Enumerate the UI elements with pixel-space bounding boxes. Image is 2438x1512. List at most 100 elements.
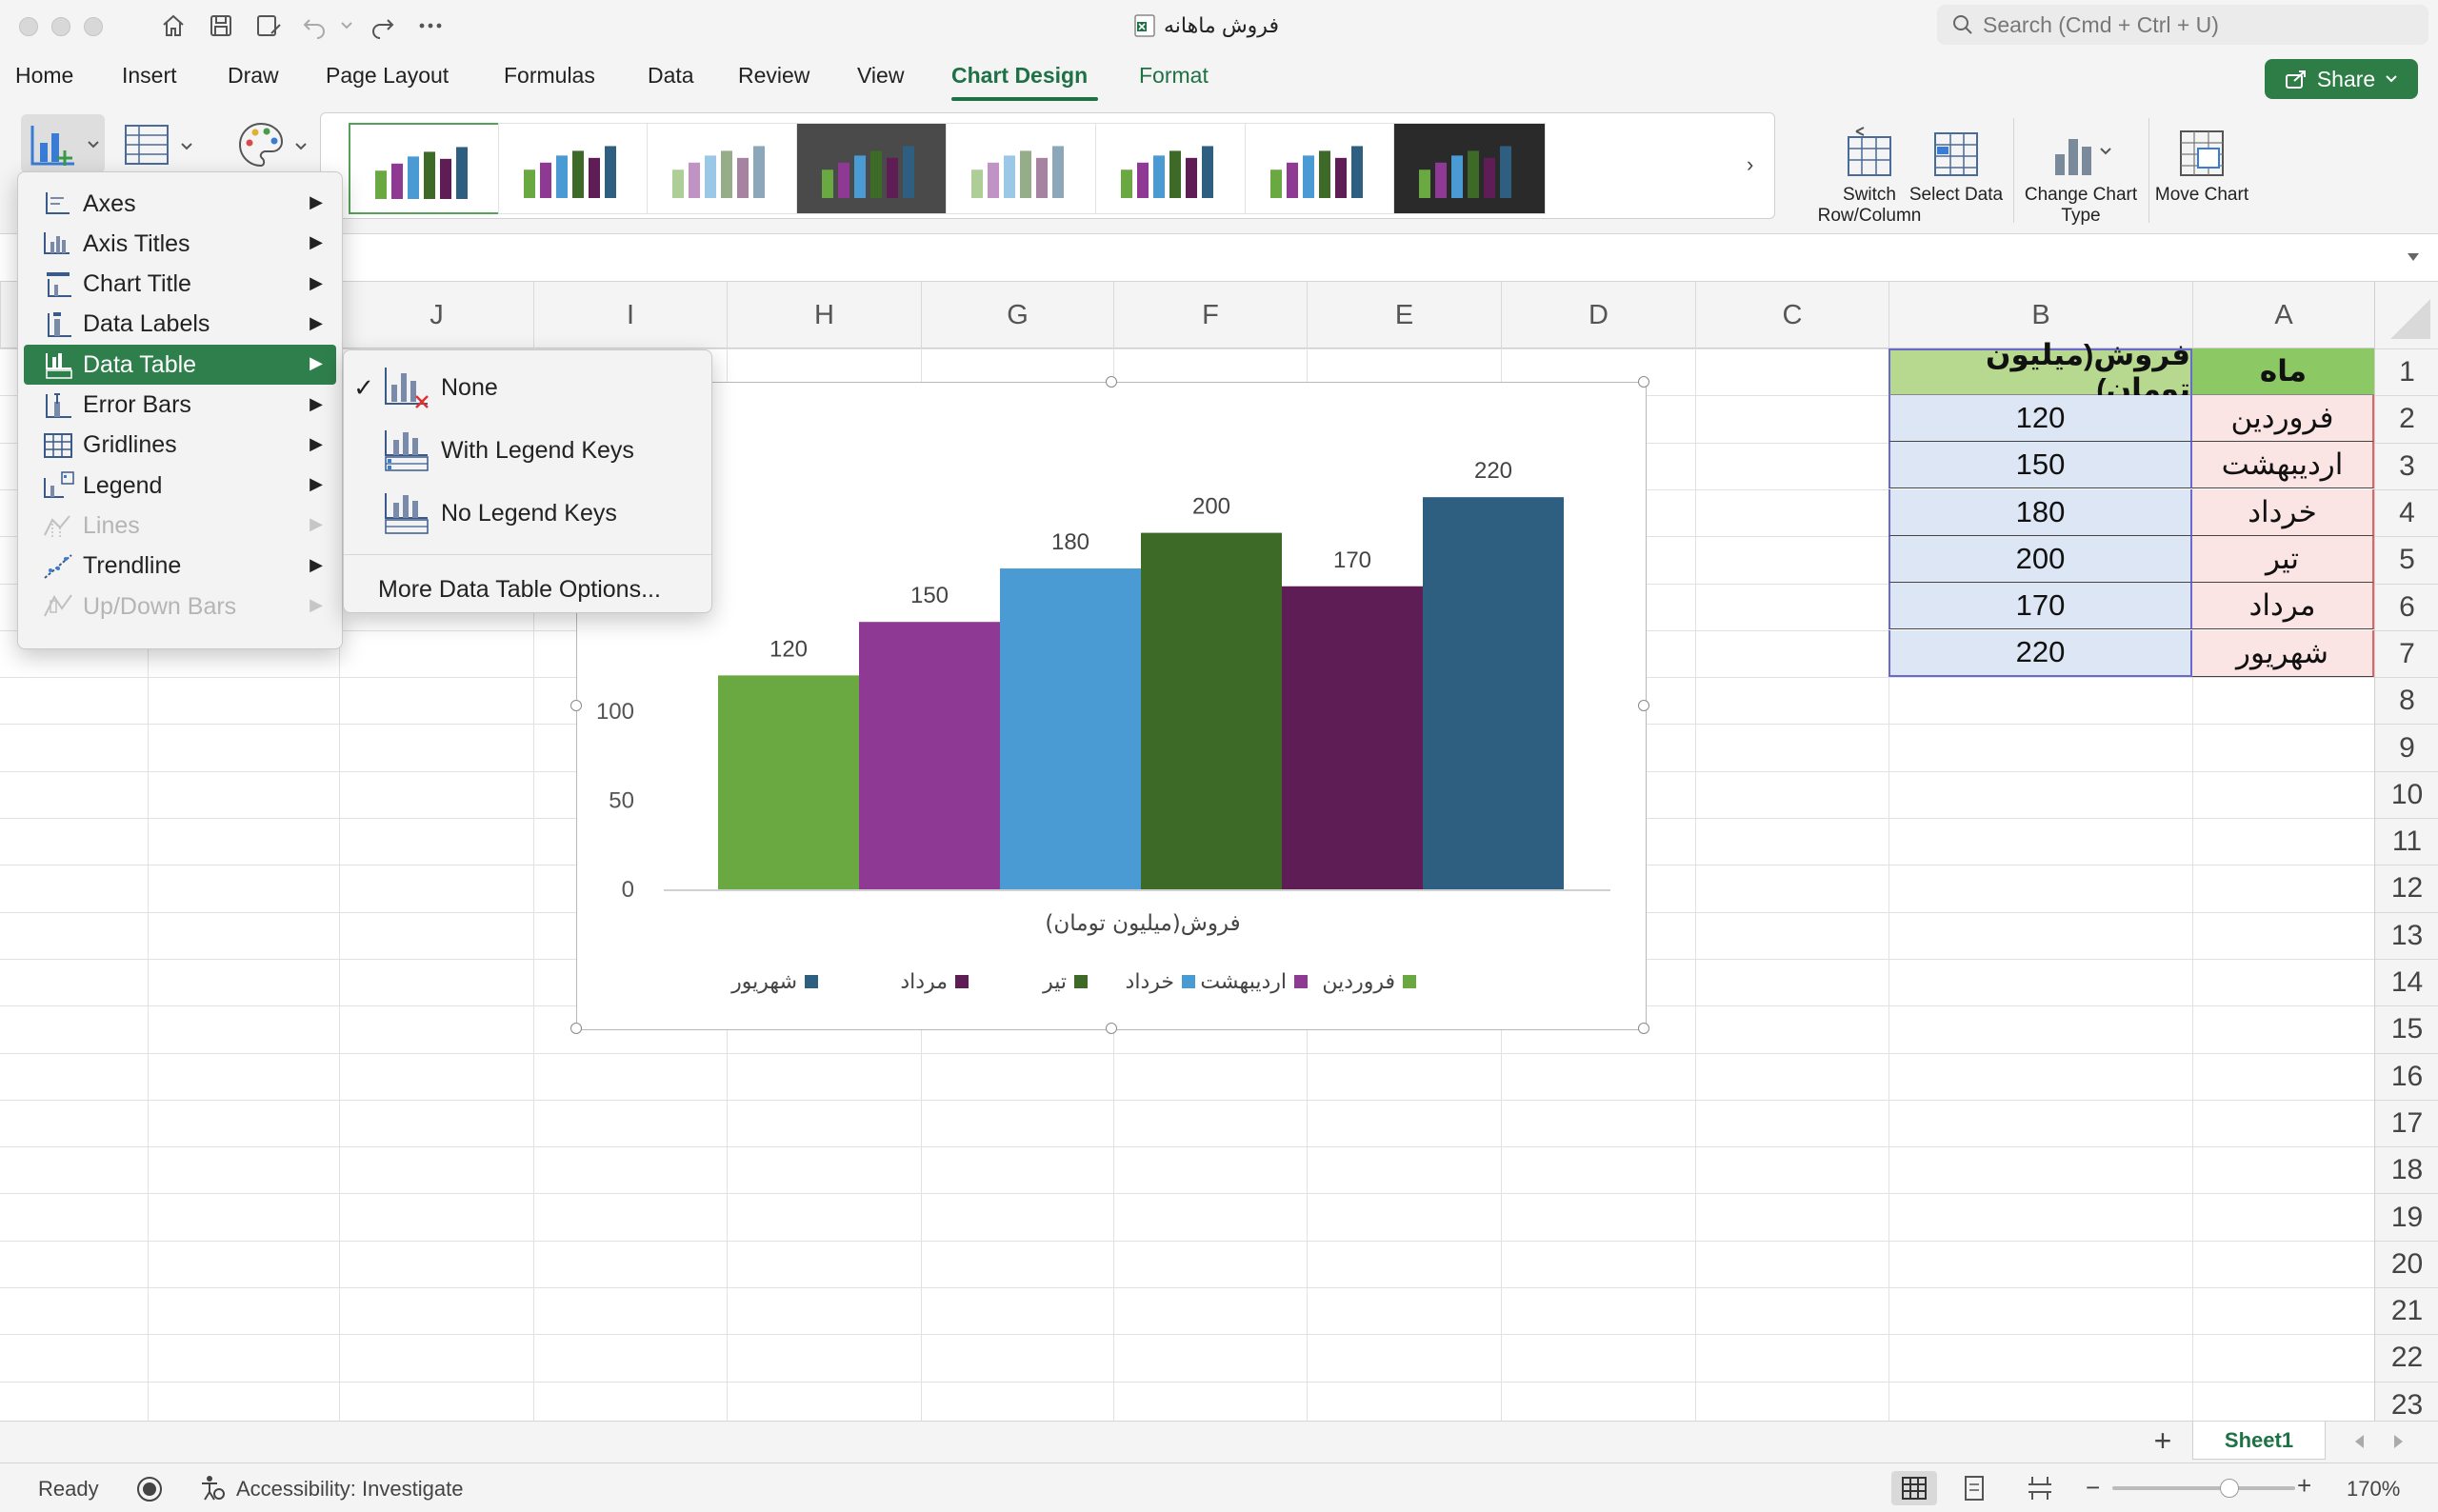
table-row: 180 خرداد (1888, 488, 2374, 536)
axes-icon (41, 189, 75, 218)
page-break-view-icon[interactable] (2027, 1475, 2053, 1502)
resize-handle[interactable] (1638, 700, 1649, 711)
macro-record-icon[interactable] (135, 1475, 164, 1503)
menu-item-label: Error Bars (83, 391, 191, 418)
menu-item-label: Axes (83, 189, 136, 217)
up-down-bars-icon (41, 592, 75, 621)
data-table-submenu: ✓ None With Legend Keys No Legend Keys M… (343, 349, 712, 613)
submenu-arrow-icon: ▶ (310, 272, 323, 292)
month-cell[interactable]: مرداد (2192, 583, 2374, 630)
sales-cell[interactable]: 150 (1888, 442, 2192, 489)
zoom-in-button[interactable]: + (2297, 1471, 2311, 1501)
normal-view-button[interactable] (1891, 1471, 1937, 1505)
menu-item-legend[interactable]: Legend ▶ (24, 466, 336, 506)
submenu-arrow-icon: ▶ (310, 595, 323, 614)
table-row: 170 مرداد (1888, 583, 2374, 630)
lines-icon (41, 511, 75, 540)
menu-item-data-table[interactable]: Data Table ▶ (24, 345, 336, 386)
month-header-cell[interactable]: ماه (2192, 348, 2374, 395)
menu-item-lines: Lines ▶ (24, 506, 336, 546)
submenu-arrow-icon: ▶ (310, 433, 323, 453)
menu-item-axes[interactable]: Axes ▶ (24, 184, 336, 224)
resize-handle[interactable] (1106, 1023, 1117, 1034)
menu-item-gridlines[interactable]: Gridlines ▶ (24, 426, 336, 466)
submenu-arrow-icon: ▶ (310, 514, 323, 534)
accessibility-status[interactable]: Accessibility: Investigate (236, 1477, 463, 1502)
legend-label[interactable]: خرداد (1126, 970, 1174, 994)
month-cell[interactable]: خرداد (2192, 488, 2374, 536)
data-table-none-item[interactable]: ✓ None (350, 360, 708, 415)
error-bars-icon (41, 391, 75, 420)
zoom-slider-track[interactable] (2112, 1479, 2295, 1498)
chart-bar[interactable] (1423, 497, 1564, 889)
status-bar: Ready Accessibility: Investigate − + 170… (0, 1462, 2438, 1512)
menu-item-data-labels[interactable]: Data Labels ▶ (24, 305, 336, 345)
submenu-arrow-icon: ▶ (310, 474, 323, 494)
data-table-no-legend-keys-item[interactable]: No Legend Keys (350, 486, 708, 541)
menu-item-axis-titles[interactable]: Axis Titles ▶ (24, 224, 336, 264)
menu-item-label: Gridlines (83, 431, 177, 459)
chart-bar[interactable] (859, 622, 1000, 889)
sales-header-cell[interactable]: فروش(میلیون تومان) (1888, 338, 2192, 406)
chart-area[interactable]: 0 50 100 120 150 180 200 170 220 فروش(میلیون توما… (570, 376, 1649, 1034)
resize-handle[interactable] (1106, 376, 1117, 388)
legend-label[interactable]: مرداد (900, 970, 948, 994)
normal-view-icon (1902, 1477, 1927, 1500)
zoom-out-button[interactable]: − (2086, 1473, 2100, 1502)
legend-label[interactable]: فروردین (1322, 970, 1395, 994)
menu-item-label: Legend (83, 471, 163, 499)
zoom-level[interactable]: 170% (2347, 1477, 2400, 1502)
legend-label[interactable]: تیر (1042, 970, 1067, 994)
page-layout-view-icon[interactable] (1964, 1475, 1987, 1502)
data-labels-icon (41, 310, 75, 339)
legend-icon (41, 471, 75, 500)
previous-sheet-icon[interactable] (2352, 1433, 2366, 1450)
sales-cell[interactable]: 200 (1888, 535, 2192, 583)
chart-bar[interactable] (718, 675, 859, 889)
menu-item-label: Data Labels (83, 310, 210, 338)
menu-item-label: Trendline (83, 552, 182, 580)
menu-item-trendline[interactable]: Trendline ▶ (24, 547, 336, 587)
legend-key (955, 975, 969, 988)
data-table-with-legend-keys-icon (385, 430, 429, 471)
sheet-tab-sheet1[interactable]: Sheet1 (2192, 1422, 2326, 1460)
sales-cell[interactable]: 120 (1888, 395, 2192, 442)
sheet-tab-bar: + Sheet1 (0, 1421, 2438, 1462)
data-label: 220 (1474, 458, 1512, 484)
resize-handle[interactable] (1638, 1023, 1649, 1034)
accessibility-icon[interactable] (198, 1473, 227, 1503)
data-table-none-label: None (441, 373, 498, 401)
month-cell[interactable]: فروردین (2192, 395, 2374, 442)
month-cell[interactable]: شهریور (2192, 629, 2374, 677)
menu-item-label: Lines (83, 511, 140, 539)
more-data-table-options-item[interactable]: More Data Table Options... (350, 562, 708, 617)
zoom-slider-thumb[interactable] (2219, 1479, 2239, 1498)
chart-bar[interactable] (1000, 568, 1141, 889)
checkmark-icon: ✓ (353, 372, 374, 402)
sales-cell[interactable]: 180 (1888, 488, 2192, 536)
status-ready: Ready (38, 1477, 99, 1501)
data-table-with-legend-keys-label: With Legend Keys (441, 436, 634, 464)
menu-item-up-down-bars: Up/Down Bars ▶ (24, 587, 336, 627)
legend-label[interactable]: شهریور (730, 970, 797, 994)
data-table-with-legend-keys-item[interactable]: With Legend Keys (350, 423, 708, 478)
month-cell[interactable]: اردیبهشت (2192, 442, 2374, 489)
resize-handle[interactable] (1638, 376, 1649, 388)
table-row: 220 شهریور (1888, 629, 2374, 677)
menu-item-chart-title[interactable]: Chart Title ▶ (24, 265, 336, 305)
resize-handle[interactable] (570, 1023, 582, 1034)
sales-cell[interactable]: 170 (1888, 583, 2192, 630)
y-tick-label: 0 (622, 877, 634, 903)
sales-cell[interactable]: 220 (1888, 629, 2192, 677)
chart-bar[interactable] (1141, 532, 1282, 889)
add-chart-element-menu: Axes ▶ Axis Titles ▶ Chart Title ▶ Data Labels… (17, 171, 343, 649)
chart-bar[interactable] (1282, 586, 1423, 889)
chart-title-icon (41, 270, 75, 299)
next-sheet-icon[interactable] (2392, 1433, 2406, 1450)
legend-label[interactable]: اردیبهشت (1200, 970, 1287, 994)
legend-key (1294, 975, 1308, 988)
month-cell[interactable]: تیر (2192, 535, 2374, 583)
resize-handle[interactable] (570, 700, 582, 711)
menu-item-error-bars[interactable]: Error Bars ▶ (24, 386, 336, 426)
add-sheet-button[interactable]: + (2147, 1425, 2179, 1458)
